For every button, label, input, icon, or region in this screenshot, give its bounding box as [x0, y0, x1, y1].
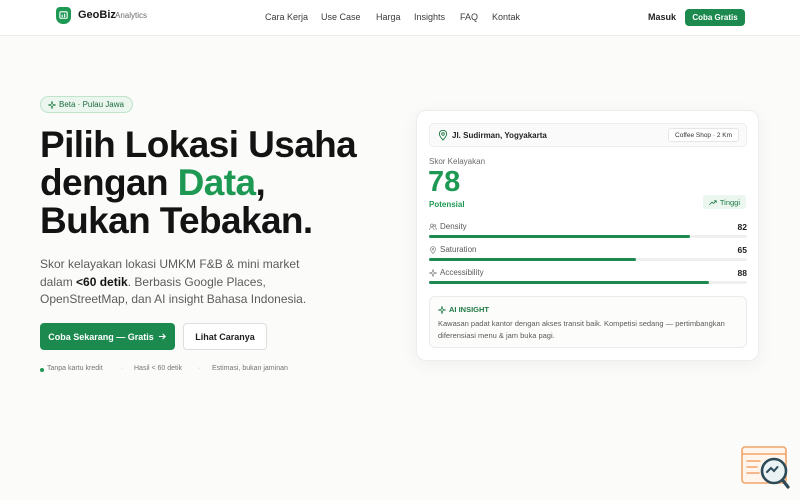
- score-label: Skor Kelayakan: [429, 157, 486, 166]
- tier-badge-label: Tinggi: [719, 197, 740, 207]
- location-name: Jl. Sudirman, Yogyakarta: [452, 131, 547, 140]
- sparkle-icon: [429, 269, 437, 277]
- metric-name: Saturation: [440, 245, 477, 254]
- score-value: 78: [428, 166, 461, 198]
- nav-link-use-case[interactable]: Use Case: [321, 12, 361, 22]
- beta-badge: Beta · Pulau Jawa: [40, 96, 133, 113]
- metric-name: Accessibility: [440, 268, 484, 277]
- ai-insight-box: AI INSIGHT Kawasan padat kantor dengan a…: [429, 296, 747, 348]
- hero-title-line2-pre: dengan: [40, 162, 178, 203]
- trend-up-icon: [709, 199, 717, 205]
- metric-track: [429, 235, 747, 238]
- metric-value: 65: [737, 245, 747, 255]
- nav-link-faq[interactable]: FAQ: [460, 12, 478, 22]
- metric-track: [429, 258, 747, 261]
- metric-value: 88: [737, 268, 747, 278]
- try-now-button[interactable]: Coba Sekarang — Gratis: [40, 323, 175, 350]
- nav-link-kontak[interactable]: Kontak: [492, 12, 520, 22]
- arrow-right-icon: [158, 333, 166, 340]
- note-separator-icon: ·: [198, 365, 201, 372]
- hero-title-line2-post: ,: [255, 162, 266, 203]
- tier-badge: Tinggi: [702, 195, 746, 209]
- hero-title-line3: Bukan Tebakan.: [40, 200, 313, 241]
- nav-link-harga[interactable]: Harga: [376, 12, 401, 22]
- metric-saturation: Saturation 65: [429, 245, 747, 267]
- ai-insight-title: AI INSIGHT: [438, 305, 489, 314]
- metric-value: 82: [737, 222, 747, 232]
- metric-track: [429, 281, 747, 284]
- hero-title: Pilih Lokasi Usaha dengan Data, Bukan Te…: [40, 126, 400, 240]
- score-preview-card: Jl. Sudirman, Yogyakarta Coffee Shop · 2…: [416, 110, 759, 361]
- try-free-button[interactable]: Coba Gratis: [685, 9, 745, 26]
- ai-insight-title-label: AI INSIGHT: [449, 305, 490, 314]
- metric-accessibility: Accessibility 88: [429, 268, 747, 290]
- metric-fill: [429, 281, 709, 284]
- metric-density: Density 82: [429, 222, 747, 244]
- note-no-card: Tanpa kartu kredit: [47, 365, 103, 372]
- see-how-button[interactable]: Lihat Caranya: [183, 323, 267, 350]
- ai-insight-text: Kawasan padat kantor dengan akses transi…: [438, 319, 725, 340]
- login-link[interactable]: Masuk: [648, 12, 676, 22]
- beta-badge-label: Beta · Pulau Jawa: [59, 100, 124, 109]
- nav-links: Cara Kerja Use Case Harga Insights FAQ K…: [0, 12, 800, 26]
- hero-title-accent: Data: [177, 162, 256, 203]
- pin-icon: [430, 246, 436, 254]
- try-now-label: Coba Sekarang — Gratis: [48, 331, 154, 342]
- top-nav: GeoBiz Analytics Cara Kerja Use Case Har…: [0, 0, 800, 36]
- hero-notes: Tanpa kartu kredit · Hasil < 60 detik · …: [40, 365, 340, 375]
- nav-link-cara-kerja[interactable]: Cara Kerja: [265, 12, 308, 22]
- floating-search-widget-icon[interactable]: [740, 445, 792, 491]
- metric-fill: [429, 258, 636, 261]
- hero-title-line1: Pilih Lokasi Usaha: [40, 124, 357, 165]
- location-bar: Jl. Sudirman, Yogyakarta Coffee Shop · 2…: [429, 123, 747, 147]
- metric-name: Density: [440, 222, 467, 231]
- sparkle-icon: [48, 100, 56, 109]
- location-pin-icon: [438, 130, 448, 141]
- sparkle-icon: [438, 305, 446, 314]
- hero-desc-bold: <60 detik: [76, 274, 128, 289]
- note-separator-icon: ·: [121, 365, 124, 372]
- score-tier-label: Potensial: [429, 200, 465, 209]
- metric-fill: [429, 235, 690, 238]
- note-estimate: Estimasi, bukan jaminan: [212, 365, 288, 372]
- business-radius-chip: Coffee Shop · 2 Km: [668, 128, 739, 142]
- users-icon: [429, 223, 437, 231]
- status-dot-icon: [40, 368, 44, 372]
- nav-link-insights[interactable]: Insights: [414, 12, 445, 22]
- note-result-time: Hasil < 60 detik: [134, 365, 183, 372]
- hero-description: Skor kelayakan lokasi UMKM F&B & mini ma…: [40, 256, 310, 309]
